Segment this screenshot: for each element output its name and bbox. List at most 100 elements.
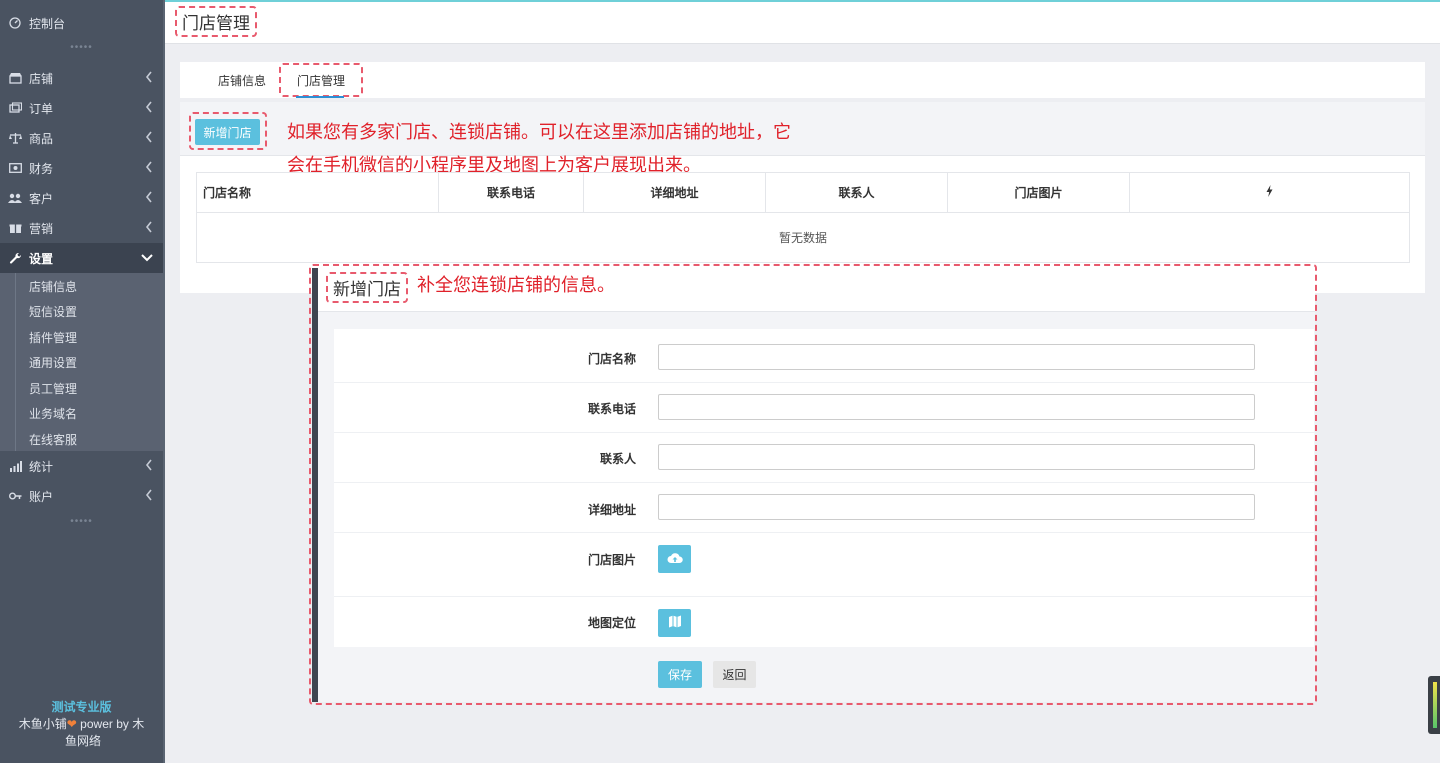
money-icon [8,161,22,175]
brand-line-2: 鱼网络 [65,734,102,748]
phone-input[interactable] [658,394,1255,420]
form-row-map [334,597,1314,648]
chevron-down-icon [141,251,153,265]
cloud-upload-icon [667,552,683,567]
sidebar-item-label: 控制台 [29,16,66,31]
map-label: 地图定位 [587,616,636,630]
sidebar-item-finance[interactable]: 财务 [0,153,163,183]
wrench-icon [8,251,22,265]
column-header-name: 门店名称 [196,172,439,213]
empty-text: 暂无数据 [196,212,1410,263]
image-label: 门店图片 [587,553,636,567]
chevron-left-icon [145,489,153,504]
sidebar-item-goods[interactable]: 商品 [0,123,163,153]
phone-label: 联系电话 [587,402,636,416]
shop-icon [8,71,22,85]
tab-store-management[interactable]: 门店管理 [279,63,364,97]
contact-label: 联系人 [599,452,636,466]
bar-chart-icon [8,459,22,473]
chevron-left-icon [145,191,153,206]
column-header-image: 门店图片 [947,172,1130,213]
submenu-guide-line [15,273,16,451]
brand-power: power by 木 [76,717,145,731]
submenu-item-staff[interactable]: 员工管理 [29,380,77,397]
form-row-image [334,533,1314,597]
sidebar-item-dashboard[interactable]: 控制台 [0,8,163,38]
submenu-item-sms[interactable]: 短信设置 [29,303,77,320]
users-icon [8,191,22,205]
submenu-item-general[interactable]: 通用设置 [29,354,77,371]
brand-name: 木鱼小铺 [18,717,67,731]
sidebar-item-label: 营销 [29,221,54,236]
address-input[interactable] [658,494,1255,520]
sidebar-divider: ••••• [70,516,93,527]
sidebar-item-marketing[interactable]: 营销 [0,213,163,243]
gift-icon [8,221,22,235]
upload-image-button[interactable] [658,545,691,573]
submenu-item-support[interactable]: 在线客服 [29,431,77,448]
sidebar-item-settings[interactable]: 设置 [0,243,163,273]
sidebar-item-label: 设置 [29,251,54,266]
store-name-input[interactable] [658,344,1255,370]
sidebar-item-stats[interactable]: 统计 [0,451,163,481]
sidebar-item-shop[interactable]: 店铺 [0,63,163,93]
chevron-left-icon [145,459,153,474]
add-store-button[interactable]: 新增门店 [195,119,260,145]
sidebar-item-label: 账户 [29,489,54,504]
back-button[interactable]: 返回 [713,661,756,688]
sidebar-item-label: 财务 [29,161,54,176]
active-tab-indicator [296,96,344,98]
chevron-left-icon [145,221,153,236]
tab-store-info[interactable]: 店铺信息 [218,72,266,89]
chevron-left-icon [145,131,153,146]
modal-footer [334,648,1314,700]
column-header-phone: 联系电话 [438,172,584,213]
modal-left-bar [312,268,318,702]
sidebar-item-customer[interactable]: 客户 [0,183,163,213]
widget-level-bar [1433,682,1437,728]
sidebar-item-label: 统计 [29,459,54,474]
map-locate-button[interactable] [658,609,691,637]
sidebar-item-label: 商品 [29,131,54,146]
tab-bar: 店铺信息 门店管理 [180,62,1425,98]
settings-submenu [0,273,163,451]
order-icon [8,101,22,115]
chevron-left-icon [145,161,153,176]
address-label: 详细地址 [587,503,636,517]
scale-icon [8,131,22,145]
side-widget[interactable] [1428,676,1440,734]
page-title: 门店管理 [175,6,257,37]
key-icon [8,489,22,503]
submenu-item-plugins[interactable]: 插件管理 [29,329,77,346]
sidebar-item-order[interactable]: 订单 [0,93,163,123]
sidebar-edge [163,0,165,763]
annotation-line-1: 如果您有多家门店、连锁店铺。可以在这里添加店铺的地址，它 [287,122,791,142]
sidebar-item-label: 订单 [29,101,54,116]
sidebar-item-label: 店铺 [29,71,54,86]
bolt-icon [1266,185,1273,200]
brand-footer: 测试专业版 木鱼小铺❤ power by 木 鱼网络 [0,699,163,750]
sidebar-divider: ••••• [70,42,93,53]
top-header: 门店管理 [165,0,1440,44]
column-header-contact: 联系人 [765,172,948,213]
table-empty-row: 暂无数据 [196,212,1410,263]
sidebar-item-account[interactable]: 账户 [0,481,163,511]
gauge-icon [8,16,22,30]
store-table: 门店名称 联系电话 详细地址 联系人 门店图片 暂无数据 [196,172,1410,263]
heart-icon: ❤ [66,717,77,731]
save-button[interactable]: 保存 [658,661,702,688]
chevron-left-icon [145,101,153,116]
version-label: 测试专业版 [51,700,112,714]
store-name-label: 门店名称 [587,352,636,366]
modal-title: 新增门店 [326,272,408,303]
sidebar-item-label: 客户 [29,191,54,206]
submenu-item-domain[interactable]: 业务域名 [29,405,77,422]
brand-line: 木鱼小铺❤ power by 木 [0,716,163,733]
sidebar: 控制台 ••••• 店铺 订单 商品 财务 客户 营销 设置 店铺信息 短信设置… [0,0,165,763]
column-header-action [1129,172,1410,213]
column-header-address: 详细地址 [583,172,766,213]
contact-input[interactable] [658,444,1255,470]
submenu-item-store-info[interactable]: 店铺信息 [29,278,77,295]
map-icon [668,615,682,631]
chevron-left-icon [145,71,153,86]
